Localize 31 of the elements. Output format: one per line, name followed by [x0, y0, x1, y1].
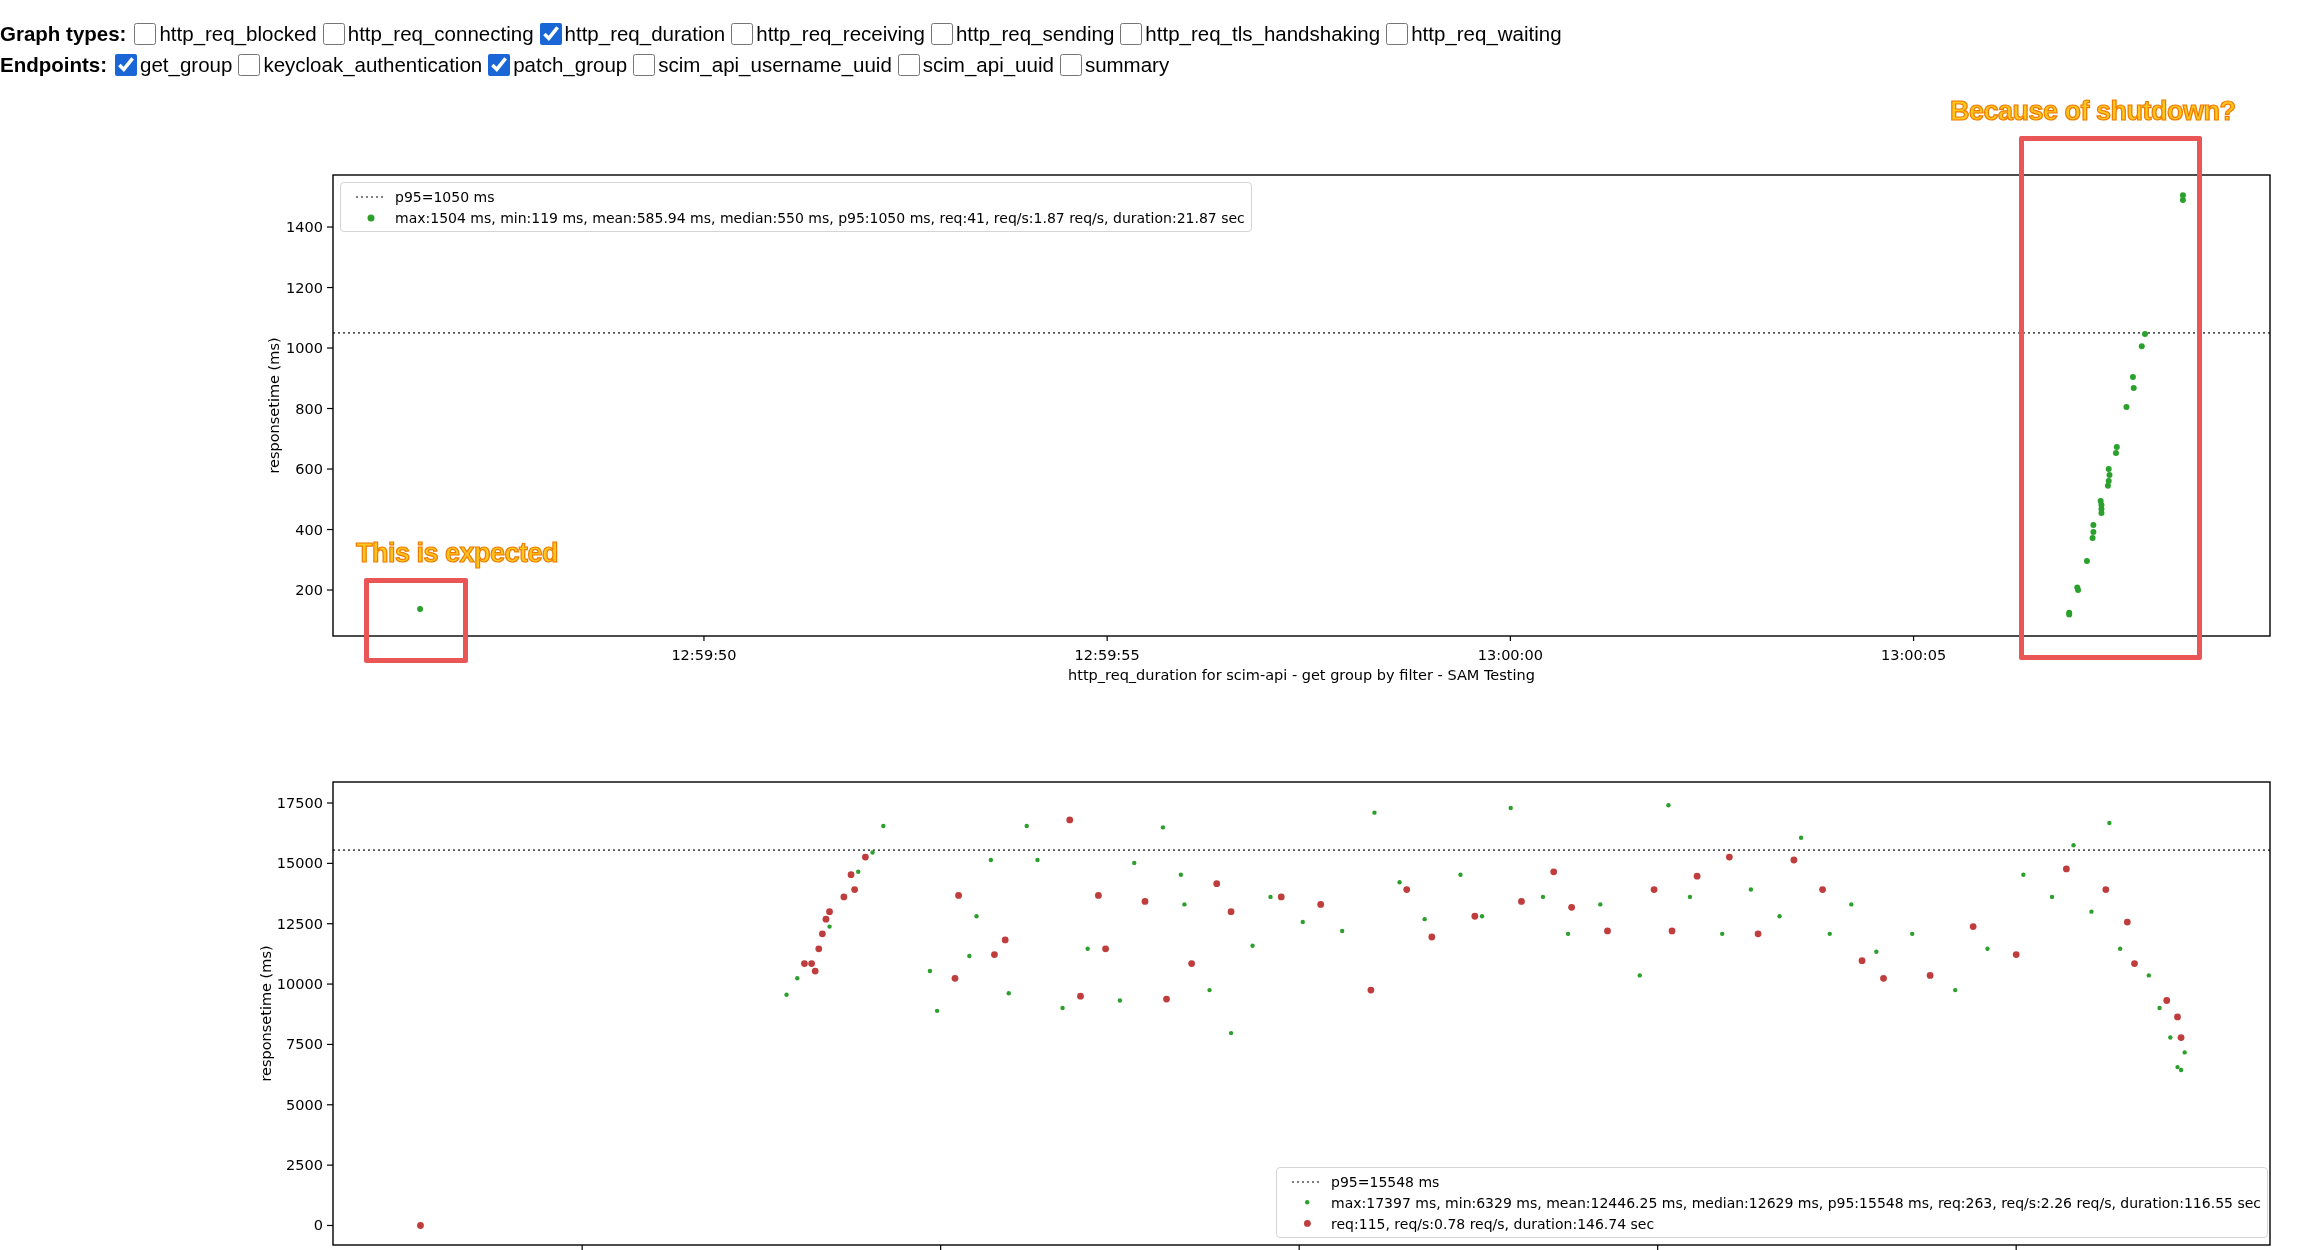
filter-label: Graph types:	[0, 21, 127, 46]
tick-label: 15000	[276, 855, 323, 872]
tick-label: 1000	[286, 340, 323, 357]
axis-title: responsetime (ms)	[258, 945, 274, 1082]
legend-label: max:17397 ms, min:6329 ms, mean:12446.25 ms, median:12629 ms, p95:15548 ms, req:263, req/s:2.26 req/s, duration:116.55 sec	[1331, 1194, 2261, 1211]
callout-text: This is expected	[356, 538, 559, 569]
tick-label: 2500	[286, 1157, 323, 1174]
tick-label: 400	[295, 521, 323, 538]
tick-label: 12:59:55	[1074, 647, 1140, 663]
tick-label: 5000	[286, 1096, 323, 1113]
tick-label: 12:59:50	[671, 647, 737, 663]
tick-label: 600	[295, 461, 323, 477]
legend-label: p95=15548 ms	[1331, 1173, 1440, 1190]
tick-label: 13:00:05	[1881, 647, 1947, 663]
axis-title: http_req_duration for scim-api - get group by filter - SAM Testing	[1068, 667, 1535, 683]
tick-label: 10000	[276, 976, 323, 993]
tick-label: 0	[313, 1217, 323, 1234]
legend-label: req:115, req/s:0.78 req/s, duration:146.74 sec	[1331, 1215, 1655, 1232]
axis-title: responsetime (ms)	[266, 337, 282, 474]
tick-label: 12500	[276, 915, 323, 932]
legend-label: max:1504 ms, min:119 ms, mean:585.94 ms, median:550 ms, p95:1050 ms, req:41, req/s:1.87 req/s, duration:21.87 sec	[395, 209, 1245, 226]
tick-label: 800	[295, 400, 323, 417]
tick-label: 7500	[286, 1036, 323, 1053]
tick-label: 1200	[286, 279, 323, 296]
tick-label: 17500	[276, 795, 323, 811]
tick-label: 200	[295, 582, 323, 598]
tick-label: 1400	[286, 219, 323, 236]
filter-label: Endpoints:	[0, 52, 108, 77]
legend-label: p95=1050 ms	[395, 188, 495, 205]
callout-text: Because of shutdown?	[1950, 96, 2236, 127]
tick-label: 13:00:00	[1477, 647, 1543, 663]
